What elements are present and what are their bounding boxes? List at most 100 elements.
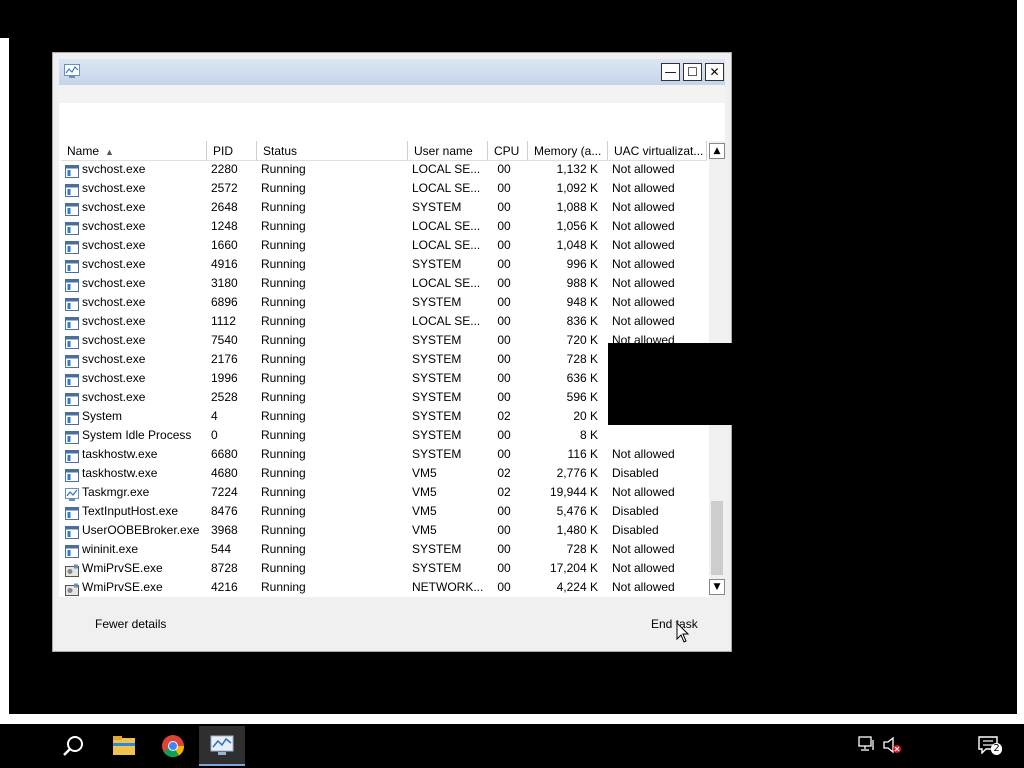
process-memory: 2,776 K [556,466,598,480]
column-header-memory[interactable]: Memory (a... [528,141,608,161]
table-row[interactable]: taskhostw.exe 4680 Running VM5 02 2,776 K Disa… [61,466,707,485]
table-row[interactable]: System Idle Process 0 Running SYSTEM 00 8 K [61,428,707,447]
process-cpu: 00 [497,523,511,537]
process-pid: 4916 [211,257,238,271]
process-memory: 1,092 K [556,181,598,195]
service-icon [65,279,79,292]
process-name: svchost.exe [82,219,146,233]
process-uac-virtualization: Not allowed [612,580,675,594]
process-uac-virtualization: Disabled [612,466,659,480]
table-row[interactable]: taskhostw.exe 6680 Running SYSTEM 00 116 K Not… [61,447,707,466]
process-cpu: 00 [497,371,511,385]
service-icon [65,222,79,235]
minimize-button[interactable]: — [661,63,680,81]
process-pid: 6896 [211,295,238,309]
taskbar-task-manager[interactable] [199,726,245,766]
table-row[interactable]: Taskmgr.exe 7224 Running VM5 02 19,944 K Not a… [61,485,707,504]
table-row[interactable]: svchost.exe 3180 Running LOCAL SE... 00 988 K… [61,276,707,295]
process-user-name: VM5 [412,504,437,518]
taskbar-chrome[interactable] [150,726,196,766]
service-icon [65,165,79,178]
scroll-thumb[interactable] [711,501,723,575]
process-memory: 988 K [566,276,598,290]
close-button[interactable]: ✕ [705,63,724,81]
process-status: Running [261,409,306,423]
process-status: Running [261,542,306,556]
process-uac-virtualization: Not allowed [612,181,675,195]
process-user-name: SYSTEM [412,447,462,461]
column-header-cpu[interactable]: CPU [488,141,528,161]
scroll-down-arrow-icon[interactable]: ▼ [709,579,725,595]
column-header-user-name[interactable]: User name [408,141,488,161]
table-row[interactable]: wininit.exe 544 Running SYSTEM 00 728 K Not al… [61,542,707,561]
end-task-button[interactable]: End task [651,617,698,631]
process-name: svchost.exe [82,352,146,366]
desktop: — ☐ ✕ Name ▲ PID Status User name CPU Mem… [0,0,1024,724]
scroll-up-arrow-icon[interactable]: ▲ [709,143,725,159]
process-name: System Idle Process [82,428,192,442]
file-explorer-icon [113,736,135,755]
table-row[interactable]: TextInputHost.exe 8476 Running VM5 00 5,476 K… [61,504,707,523]
process-memory: 1,132 K [556,162,598,176]
table-row[interactable]: svchost.exe 2648 Running SYSTEM 00 1,088 K Not… [61,200,707,219]
search-icon [63,736,83,756]
wmi-icon [65,564,79,577]
table-row[interactable]: svchost.exe 1248 Running LOCAL SE... 00 1,056… [61,219,707,238]
column-header-uac[interactable]: UAC virtualizat... [608,141,707,161]
process-name: svchost.exe [82,276,146,290]
process-cpu: 00 [497,276,511,290]
table-row[interactable]: svchost.exe 1112 Running LOCAL SE... 00 836 K… [61,314,707,333]
process-pid: 4680 [211,466,238,480]
process-cpu: 00 [497,447,511,461]
title-bar[interactable]: — ☐ ✕ [59,59,725,85]
process-pid: 1660 [211,238,238,252]
taskbar-file-explorer[interactable] [101,726,147,766]
notifications-button[interactable]: 2 [978,736,1002,756]
table-row[interactable]: svchost.exe 1660 Running LOCAL SE... 00 1,048… [61,238,707,257]
process-pid: 4216 [211,580,238,594]
process-cpu: 02 [497,409,511,423]
process-status: Running [261,314,306,328]
process-memory: 836 K [566,314,598,328]
volume-muted-icon[interactable] [882,736,902,754]
table-row[interactable]: svchost.exe 2572 Running LOCAL SE... 00 1,092… [61,181,707,200]
table-row[interactable]: UserOOBEBroker.exe 3968 Running VM5 00 1,480 … [61,523,707,542]
maximize-button[interactable]: ☐ [683,63,702,81]
process-user-name: LOCAL SE... [412,276,481,290]
process-cpu: 00 [497,257,511,271]
process-user-name: VM5 [412,466,437,480]
process-pid: 7224 [211,485,238,499]
column-header-pid[interactable]: PID [207,141,257,161]
process-name: svchost.exe [82,162,146,176]
redaction-block [608,343,732,425]
table-row[interactable]: WmiPrvSE.exe 4216 Running NETWORK... 00 4,224… [61,580,707,597]
network-icon[interactable] [858,736,876,752]
process-pid: 2572 [211,181,238,195]
process-cpu: 00 [497,333,511,347]
column-header-status[interactable]: Status [257,141,408,161]
table-row[interactable]: svchost.exe 2280 Running LOCAL SE... 00 1,132… [61,162,707,181]
task-manager-icon [210,735,234,755]
process-name: svchost.exe [82,238,146,252]
process-user-name: VM5 [412,523,437,537]
table-row[interactable]: WmiPrvSE.exe 8728 Running SYSTEM 00 17,204 K N… [61,561,707,580]
service-icon [65,412,79,425]
process-pid: 1248 [211,219,238,233]
process-status: Running [261,390,306,404]
process-cpu: 00 [497,428,511,442]
process-name: System [82,409,123,423]
column-header-name[interactable]: Name ▲ [61,141,207,161]
table-header: Name ▲ PID Status User name CPU Memory (a… [61,141,707,161]
maximize-icon: ☐ [687,65,698,79]
process-status: Running [261,333,306,347]
process-status: Running [261,181,306,195]
table-row[interactable]: svchost.exe 6896 Running SYSTEM 00 948 K Not a… [61,295,707,314]
taskbar-search-button[interactable] [50,726,96,766]
background-window-bottom [0,714,1024,724]
process-memory: 728 K [566,542,598,556]
fewer-details-link[interactable]: Fewer details [95,617,166,631]
process-pid: 8476 [211,504,238,518]
process-cpu: 00 [497,561,511,575]
process-name: taskhostw.exe [82,466,158,480]
table-row[interactable]: svchost.exe 4916 Running SYSTEM 00 996 K Not a… [61,257,707,276]
